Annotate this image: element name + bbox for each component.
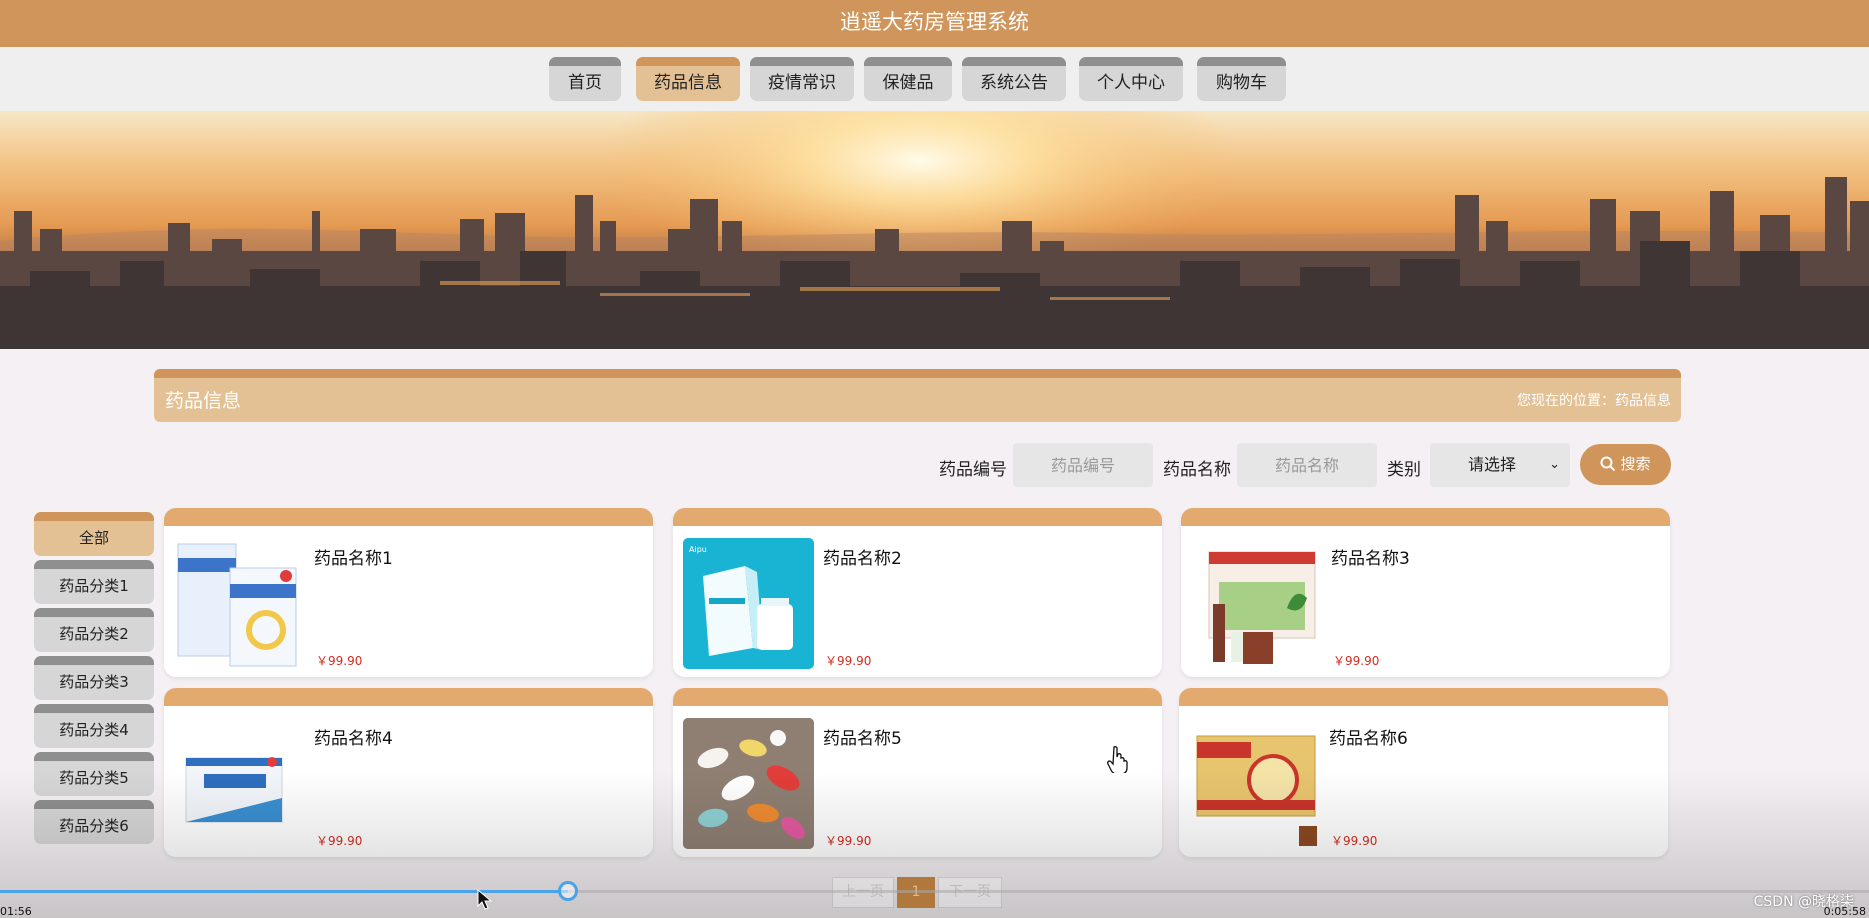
breadcrumb: 您现在的位置：药品信息 bbox=[1517, 393, 1671, 409]
product-image[interactable] bbox=[174, 718, 305, 849]
product-name[interactable]: 药品名称3 bbox=[1331, 544, 1410, 569]
category-2[interactable]: 药品分类2 bbox=[34, 608, 154, 652]
video-elapsed-time: 01:56 bbox=[0, 905, 32, 918]
category-label: 类别 bbox=[1387, 460, 1421, 480]
product-card[interactable]: 药品名称5 ￥99.90 bbox=[673, 688, 1162, 857]
chevron-down-icon: ⌄ bbox=[1549, 457, 1560, 472]
category-all[interactable]: 全部 bbox=[34, 512, 154, 556]
product-card[interactable]: 药品名称6 ￥99.90 bbox=[1179, 688, 1668, 857]
product-price: ￥99.90 bbox=[1333, 654, 1380, 668]
nav-announcements[interactable]: 系统公告 bbox=[962, 57, 1066, 101]
category-4[interactable]: 药品分类4 bbox=[34, 704, 154, 748]
product-name[interactable]: 药品名称5 bbox=[823, 724, 902, 749]
product-card[interactable]: 药品名称4 ￥99.90 bbox=[164, 688, 653, 857]
name-label: 药品名称 bbox=[1163, 460, 1231, 480]
nav-cart[interactable]: 购物车 bbox=[1197, 57, 1286, 101]
watermark: CSDN @晓格柒 bbox=[1753, 894, 1854, 910]
code-input[interactable] bbox=[1013, 443, 1153, 487]
search-button[interactable]: 搜索 bbox=[1580, 444, 1671, 485]
code-label: 药品编号 bbox=[939, 460, 1007, 480]
category-1[interactable]: 药品分类1 bbox=[34, 560, 154, 604]
nav-medicine-info[interactable]: 药品信息 bbox=[636, 57, 740, 101]
category-select[interactable]: 请选择 ⌄ bbox=[1430, 443, 1570, 487]
product-card[interactable]: 药品名称1 ￥99.90 bbox=[164, 508, 653, 677]
product-name[interactable]: 药品名称4 bbox=[314, 724, 393, 749]
city-skyline-image bbox=[0, 111, 1869, 349]
product-name[interactable]: 药品名称6 bbox=[1329, 724, 1408, 749]
category-select-value: 请选择 bbox=[1468, 455, 1517, 474]
product-image[interactable] bbox=[1191, 538, 1322, 669]
main-nav: 首页 药品信息 疫情常识 保健品 系统公告 个人中心 购物车 bbox=[0, 47, 1869, 111]
product-price: ￥99.90 bbox=[825, 834, 872, 848]
nav-health-products[interactable]: 保健品 bbox=[864, 57, 952, 101]
video-progress-bar[interactable] bbox=[0, 890, 1869, 893]
arrow-cursor-icon bbox=[477, 889, 493, 910]
product-name[interactable]: 药品名称1 bbox=[314, 544, 393, 569]
category-5[interactable]: 药品分类5 bbox=[34, 752, 154, 796]
app-header: 逍遥大药房管理系统 bbox=[0, 0, 1869, 47]
product-card[interactable]: Aipu 药品名称2 ￥99.90 bbox=[673, 508, 1162, 677]
hand-cursor-icon bbox=[1107, 746, 1128, 773]
section-header: 药品信息 您现在的位置：药品信息 bbox=[154, 369, 1681, 422]
product-price: ￥99.90 bbox=[316, 654, 363, 668]
product-image[interactable] bbox=[174, 538, 305, 669]
svg-text:Aipu: Aipu bbox=[689, 545, 707, 554]
nav-home[interactable]: 首页 bbox=[549, 57, 621, 101]
category-6[interactable]: 药品分类6 bbox=[34, 800, 154, 844]
search-icon bbox=[1600, 447, 1616, 488]
category-3[interactable]: 药品分类3 bbox=[34, 656, 154, 700]
product-price: ￥99.90 bbox=[316, 834, 363, 848]
product-name[interactable]: 药品名称2 bbox=[823, 544, 902, 569]
section-title: 药品信息 bbox=[165, 390, 242, 412]
product-image[interactable] bbox=[683, 718, 814, 849]
nav-epidemic-knowledge[interactable]: 疫情常识 bbox=[750, 57, 854, 101]
app-title: 逍遥大药房管理系统 bbox=[840, 10, 1029, 34]
nav-personal-center[interactable]: 个人中心 bbox=[1079, 57, 1183, 101]
product-card[interactable]: 药品名称3 ￥99.90 bbox=[1181, 508, 1670, 677]
search-button-label: 搜索 bbox=[1620, 455, 1651, 473]
name-input[interactable] bbox=[1237, 443, 1377, 487]
product-price: ￥99.90 bbox=[825, 654, 872, 668]
product-image[interactable]: Aipu bbox=[683, 538, 814, 669]
product-price: ￥99.90 bbox=[1331, 834, 1378, 848]
product-image[interactable] bbox=[1189, 718, 1320, 849]
hero-banner bbox=[0, 111, 1869, 349]
video-progress-handle[interactable] bbox=[558, 881, 578, 901]
